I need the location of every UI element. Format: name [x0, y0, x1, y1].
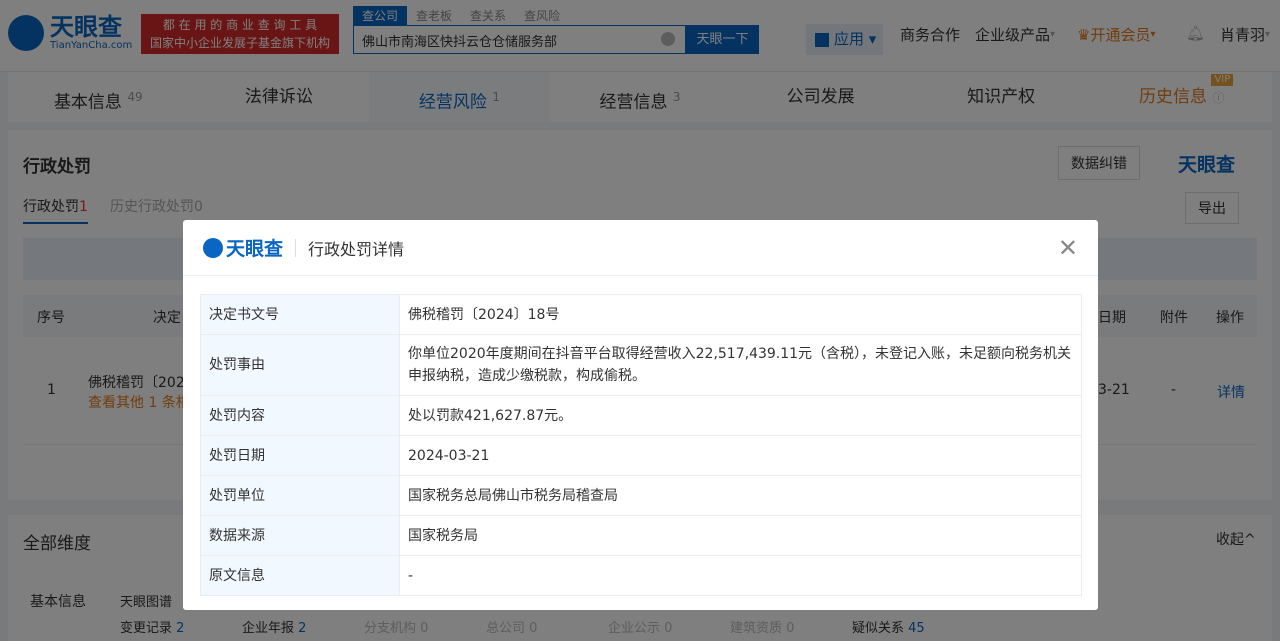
- detail-row: 原文信息-: [201, 556, 1082, 596]
- detail-row: 处罚单位国家税务总局佛山市税务局稽查局: [201, 476, 1082, 516]
- detail-label: 处罚事由: [201, 335, 400, 396]
- detail-value: -: [400, 556, 1082, 596]
- detail-row: 处罚事由你单位2020年度期间在抖音平台取得经营收入22,517,439.11元…: [201, 335, 1082, 396]
- detail-label: 数据来源: [201, 516, 400, 556]
- modal-logo: 天眼查: [203, 234, 283, 261]
- modal-logo-text: 天眼查: [226, 234, 283, 261]
- detail-value: 国家税务局: [400, 516, 1082, 556]
- detail-value: 你单位2020年度期间在抖音平台取得经营收入22,517,439.11元（含税）…: [400, 335, 1082, 396]
- divider: [295, 239, 296, 257]
- modal-header: 天眼查 行政处罚详情: [183, 220, 1098, 276]
- detail-row: 处罚日期2024-03-21: [201, 436, 1082, 476]
- close-icon[interactable]: ✕: [1058, 236, 1078, 260]
- detail-label: 处罚内容: [201, 396, 400, 436]
- detail-row: 决定书文号佛税稽罚〔2024〕18号: [201, 295, 1082, 335]
- logo-icon: [203, 238, 223, 258]
- detail-value: 佛税稽罚〔2024〕18号: [400, 295, 1082, 335]
- penalty-detail-modal: 天眼查 行政处罚详情 ✕ 决定书文号佛税稽罚〔2024〕18号处罚事由你单位20…: [183, 220, 1098, 610]
- detail-label: 原文信息: [201, 556, 400, 596]
- detail-label: 决定书文号: [201, 295, 400, 335]
- detail-row: 处罚内容处以罚款421,627.87元。: [201, 396, 1082, 436]
- detail-row: 数据来源国家税务局: [201, 516, 1082, 556]
- detail-table: 决定书文号佛税稽罚〔2024〕18号处罚事由你单位2020年度期间在抖音平台取得…: [200, 294, 1082, 596]
- modal-title: 行政处罚详情: [308, 236, 404, 260]
- detail-label: 处罚单位: [201, 476, 400, 516]
- detail-value: 国家税务总局佛山市税务局稽查局: [400, 476, 1082, 516]
- detail-label: 处罚日期: [201, 436, 400, 476]
- detail-value: 2024-03-21: [400, 436, 1082, 476]
- detail-value: 处以罚款421,627.87元。: [400, 396, 1082, 436]
